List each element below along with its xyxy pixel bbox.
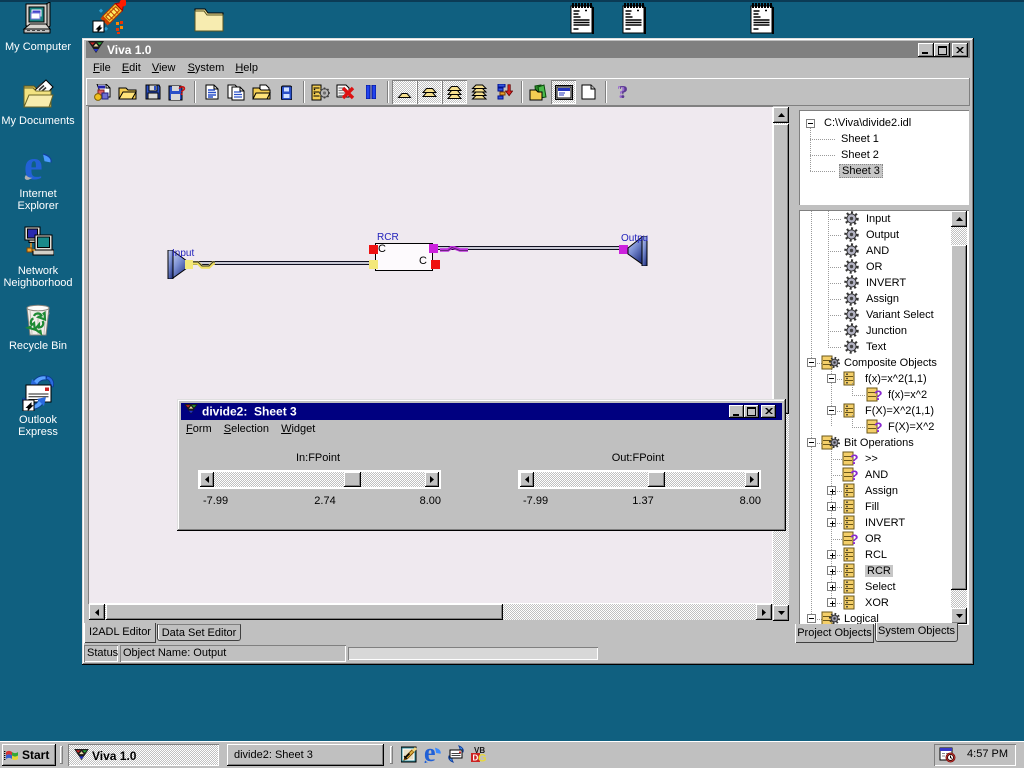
- svg-text:?: ?: [874, 387, 883, 402]
- svg-text:G: G: [478, 753, 487, 764]
- svg-text:?: ?: [850, 467, 859, 482]
- svg-text:?: ?: [850, 531, 859, 546]
- svg-text:?: ?: [850, 451, 859, 466]
- svg-text:?: ?: [178, 84, 186, 98]
- svg-text:?: ?: [619, 83, 628, 101]
- svg-text:e: e: [424, 745, 436, 763]
- svg-text:?: ?: [874, 419, 883, 434]
